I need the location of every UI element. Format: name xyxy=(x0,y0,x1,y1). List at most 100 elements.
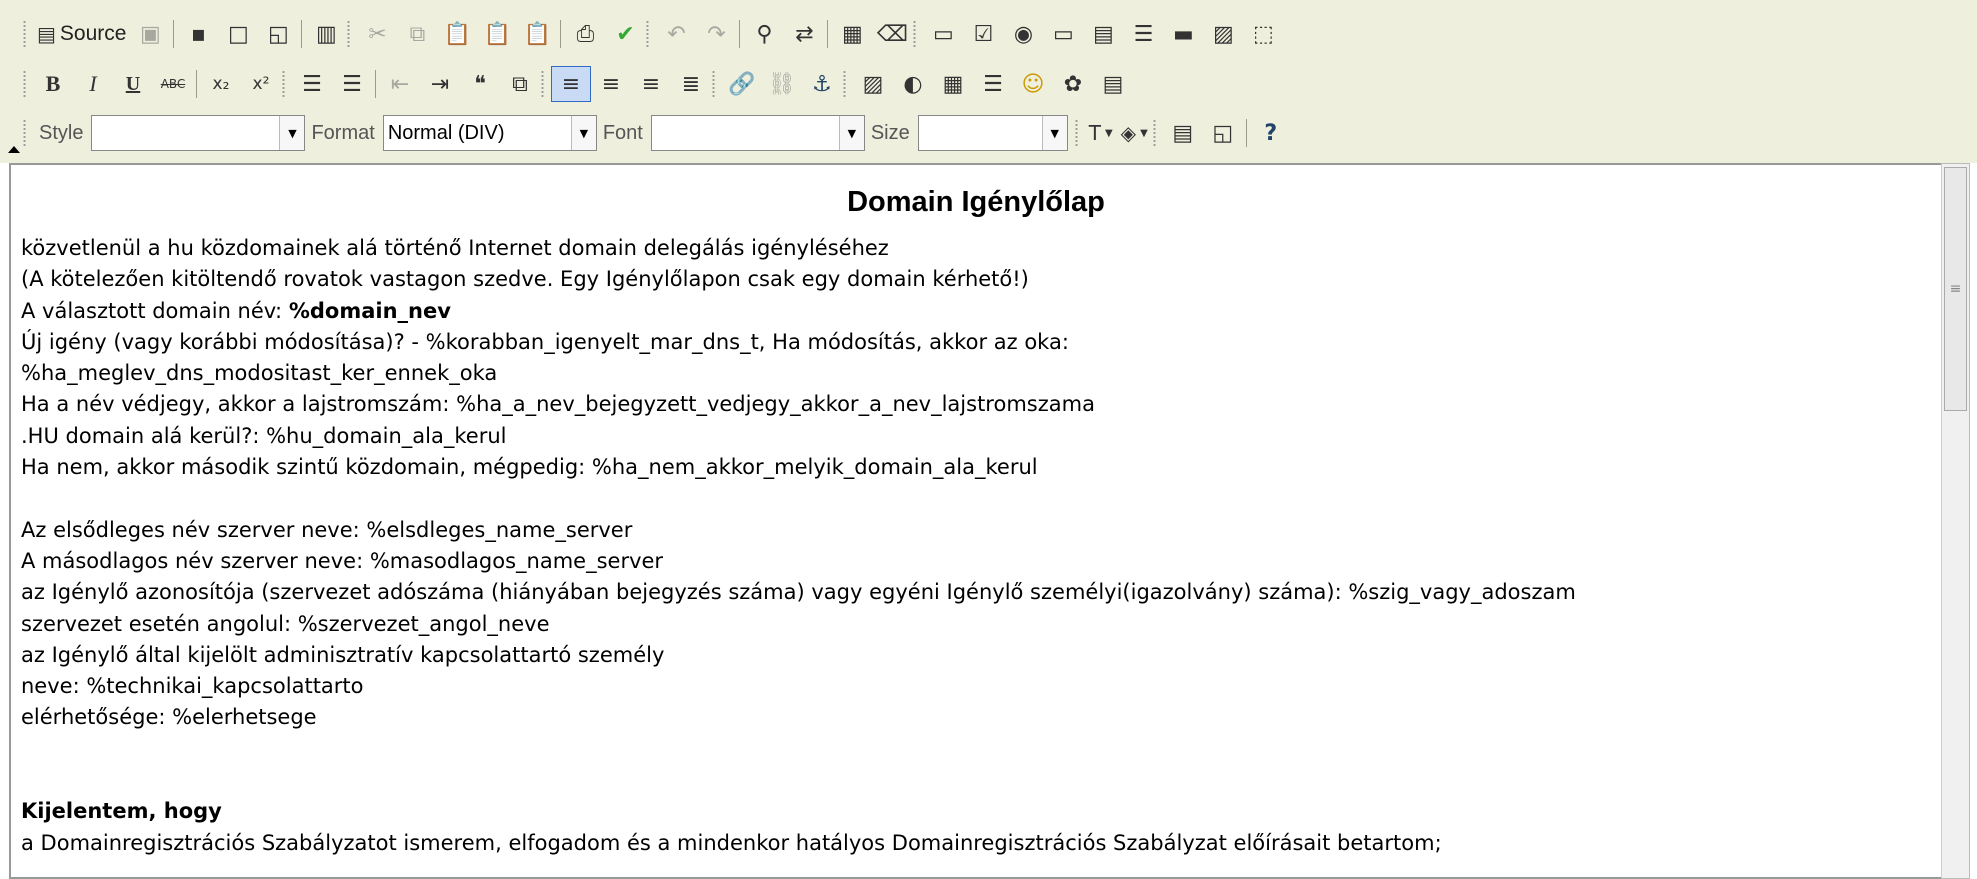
copy-icon[interactable]: ⧉ xyxy=(397,16,437,52)
horizontal-rule-icon[interactable]: ☰ xyxy=(973,66,1013,102)
image-button-icon[interactable]: ▨ xyxy=(1203,16,1243,52)
preview-icon[interactable]: ◱ xyxy=(258,16,298,52)
spellcheck-icon[interactable]: ✔ xyxy=(605,16,645,52)
font-label: Font xyxy=(602,121,643,144)
document-body[interactable]: Domain Igénylőlap közvetlenül a hu közdo… xyxy=(11,165,1941,859)
div-container-icon[interactable]: ⧉ xyxy=(500,66,540,102)
link-icon[interactable]: 🔗 xyxy=(722,66,762,102)
toolbar-grip[interactable] xyxy=(22,70,27,98)
subscript-icon[interactable]: x₂ xyxy=(201,66,241,102)
select-field-icon[interactable]: ☰ xyxy=(1123,16,1163,52)
text-color-button[interactable]: T ▼ xyxy=(1085,115,1117,151)
toolbar-grip[interactable] xyxy=(22,119,27,147)
paste-word-icon[interactable]: 📋 xyxy=(517,16,557,52)
table-icon[interactable]: ▦ xyxy=(933,66,973,102)
underline-icon[interactable]: U xyxy=(113,66,153,102)
save-icon[interactable]: ▪ xyxy=(178,16,218,52)
toolbar-grip[interactable] xyxy=(22,20,27,48)
text-color-icon: T xyxy=(1088,121,1101,145)
outdent-icon[interactable]: ⇤ xyxy=(380,66,420,102)
blockquote-icon[interactable]: ❝ xyxy=(460,66,500,102)
doc-line-org-english: szervezet esetén angolul: %szervezet_ang… xyxy=(21,611,550,636)
editor-content-area[interactable]: Domain Igénylőlap közvetlenül a hu közdo… xyxy=(9,163,1941,879)
undo-icon[interactable]: ↶ xyxy=(656,16,696,52)
separator xyxy=(196,70,197,98)
toolbar-grip[interactable] xyxy=(1073,119,1079,147)
separator xyxy=(1245,119,1247,147)
toolbar-grip[interactable] xyxy=(1151,119,1157,147)
toolbar-grip[interactable] xyxy=(346,20,352,48)
chevron-down-icon: ▼ xyxy=(1104,127,1113,139)
toolbar-grip[interactable] xyxy=(711,70,716,98)
remove-format-icon[interactable]: ⌫ xyxy=(872,16,912,52)
page-break-icon[interactable]: ▤ xyxy=(1093,66,1133,102)
doc-line-hu-domain: .HU domain alá kerül?: %hu_domain_ala_ke… xyxy=(21,423,507,448)
align-left-icon[interactable]: ≡ xyxy=(551,66,591,102)
vertical-scrollbar[interactable]: ≡ xyxy=(1941,163,1970,879)
select-all-icon[interactable]: ▦ xyxy=(832,16,872,52)
editor-toolbar: ▤ Source ▣ ▪ □ ◱ ▥ ✂ ⧉ 📋 📋 📋 ⎙ ✔ ↶ ↷ ⚲ ⇄ … xyxy=(0,0,1977,163)
chevron-down-icon: ▼ xyxy=(279,116,305,150)
smiley-icon[interactable]: ☺ xyxy=(1013,66,1053,102)
indent-icon[interactable]: ⇥ xyxy=(420,66,460,102)
doc-line-applicant-id: az Igénylő azonosítója (szervezet adószá… xyxy=(21,580,1576,605)
cut-icon[interactable]: ✂ xyxy=(357,16,397,52)
collapse-toolbar-icon[interactable] xyxy=(8,146,20,153)
format-select[interactable]: Normal (DIV) ▼ xyxy=(382,115,597,151)
size-label: Size xyxy=(870,121,910,144)
doc-line-subtitle: közvetlenül a hu közdomainek alá történő… xyxy=(21,236,889,260)
toolbar-row-3: Style ▼ Format Normal (DIV) ▼ Font ▼ Size… xyxy=(22,113,1291,153)
new-page-icon[interactable]: □ xyxy=(218,16,258,52)
anchor-icon[interactable]: ⚓ xyxy=(802,66,842,102)
font-select[interactable]: ▼ xyxy=(650,115,865,151)
redo-icon[interactable]: ↷ xyxy=(696,16,736,52)
find-icon[interactable]: ⚲ xyxy=(744,16,784,52)
strikethrough-icon[interactable]: ABC xyxy=(153,66,193,102)
style-label: Style xyxy=(39,121,84,144)
bulleted-list-icon[interactable]: ☰ xyxy=(332,66,372,102)
bold-icon[interactable]: B xyxy=(33,66,73,102)
textarea-icon[interactable]: ▤ xyxy=(1083,16,1123,52)
toolbar-grip[interactable] xyxy=(645,20,651,48)
replace-icon[interactable]: ⇄ xyxy=(784,16,824,52)
toolbar-grip[interactable] xyxy=(540,70,545,98)
help-icon[interactable]: ? xyxy=(1251,115,1291,151)
toolbar-grip[interactable] xyxy=(912,20,918,48)
paste-text-icon[interactable]: 📋 xyxy=(477,16,517,52)
justify-icon[interactable]: ≣ xyxy=(671,66,711,102)
size-select[interactable]: ▼ xyxy=(917,115,1068,151)
zoom-preview-icon[interactable]: ◱ xyxy=(1203,115,1243,151)
source-icon: ▤ xyxy=(37,22,56,46)
source-button[interactable]: ▤ Source xyxy=(33,16,130,52)
doc-line-admin-contact: az Igénylő által kijelölt adminisztratív… xyxy=(21,642,665,667)
templates-icon[interactable]: ▥ xyxy=(306,16,346,52)
print-icon[interactable]: ⎙ xyxy=(565,16,605,52)
style-select[interactable]: ▼ xyxy=(91,115,306,151)
toolbar-grip[interactable] xyxy=(842,70,847,98)
special-char-icon[interactable]: ✿ xyxy=(1053,66,1093,102)
radio-icon[interactable]: ◉ xyxy=(1003,16,1043,52)
flash-icon[interactable]: ◐ xyxy=(893,66,933,102)
button-field-icon[interactable]: ▬ xyxy=(1163,16,1203,52)
italic-icon[interactable]: I xyxy=(73,66,113,102)
toolbar-grip[interactable] xyxy=(281,70,286,98)
hidden-field-icon[interactable]: ⬚ xyxy=(1243,16,1283,52)
show-blocks-icon[interactable]: ▤ xyxy=(1163,115,1203,151)
paste-icon[interactable]: 📋 xyxy=(437,16,477,52)
scrollbar-thumb[interactable]: ≡ xyxy=(1944,167,1967,411)
doc-line-declare-1: a Domainregisztrációs Szabályzatot ismer… xyxy=(21,830,1442,855)
numbered-list-icon[interactable]: ☰ xyxy=(292,66,332,102)
toolbar-row-2: B I U ABC x₂ x² ☰ ☰ ⇤ ⇥ ❝ ⧉ ≡ ≡ ≡ ≣ 🔗 ⛓ … xyxy=(22,64,1133,104)
align-center-icon[interactable]: ≡ xyxy=(591,66,631,102)
textfield-icon[interactable]: ▭ xyxy=(1043,16,1083,52)
align-right-icon[interactable]: ≡ xyxy=(631,66,671,102)
background-color-button[interactable]: ◈ ▼ xyxy=(1117,115,1152,151)
superscript-icon[interactable]: x² xyxy=(241,66,281,102)
unlink-icon[interactable]: ⛓ xyxy=(762,66,802,102)
image-icon[interactable]: ▨ xyxy=(853,66,893,102)
form-icon[interactable]: ▭ xyxy=(923,16,963,52)
grip-lines-icon: ≡ xyxy=(1949,281,1962,297)
save-template-icon[interactable]: ▣ xyxy=(130,16,170,52)
checkbox-icon[interactable]: ☑ xyxy=(963,16,1003,52)
